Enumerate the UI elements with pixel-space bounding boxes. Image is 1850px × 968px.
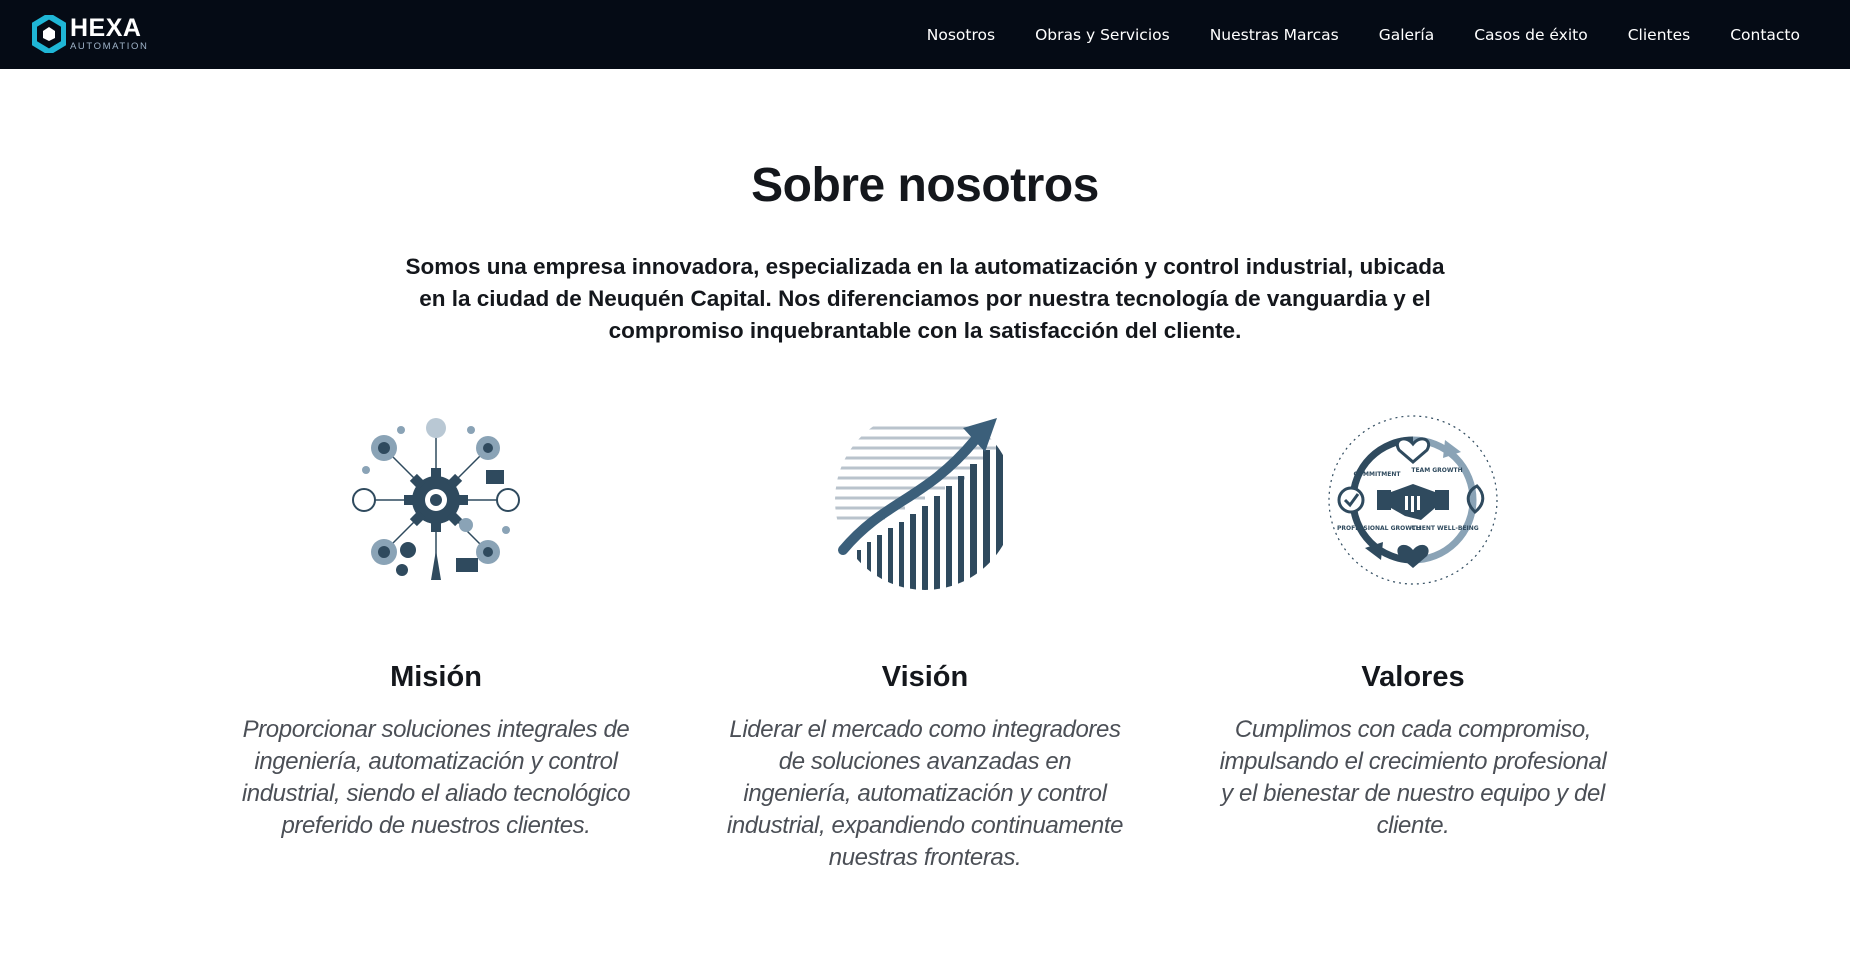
section-intro: Somos una empresa innovadora, especializ… (405, 254, 1445, 343)
mission-card: Misión Proporcionar soluciones integrale… (226, 400, 646, 842)
nav-item-contacto[interactable]: Contacto (1730, 26, 1800, 44)
values-text: Cumplimos con cada compromiso, impulsand… (1219, 716, 1607, 839)
values-card: COMMITMENT TEAM GROWTH PROFESSIONAL GROW… (1203, 400, 1623, 842)
hexagon-logo-icon (32, 15, 66, 53)
badge-label-team-growth: TEAM GROWTH (1411, 467, 1462, 474)
gears-industry-icon (348, 412, 524, 588)
values-heading: Valores (1361, 661, 1465, 693)
vision-text: Liderar el mercado como integradores de … (726, 716, 1124, 871)
badge-label-commitment: COMMITMENT (1354, 471, 1402, 478)
top-navbar: HEXA AUTOMATION Nosotros Obras y Servici… (0, 0, 1850, 69)
nav-item-clientes[interactable]: Clientes (1628, 26, 1690, 44)
growth-chart-icon (835, 418, 1015, 590)
badge-label-professional-growth: PROFESSIONAL GROWTH (1337, 525, 1421, 532)
nav-item-galeria[interactable]: Galería (1379, 26, 1435, 44)
nav-item-nuestras-marcas[interactable]: Nuestras Marcas (1210, 26, 1339, 44)
mission-text: Proporcionar soluciones integrales de in… (241, 716, 631, 839)
brand-logo[interactable]: HEXA AUTOMATION (32, 15, 148, 53)
mission-heading: Misión (390, 661, 482, 693)
logo-name: HEXA (70, 14, 142, 43)
values-handshake-icon: COMMITMENT TEAM GROWTH PROFESSIONAL GROW… (1328, 415, 1498, 585)
logo-subtitle: AUTOMATION (70, 41, 149, 53)
nav-item-obras-servicios[interactable]: Obras y Servicios (1035, 26, 1170, 44)
badge-label-client-wellbeing: CLIENT WELL-BEING (1411, 525, 1479, 532)
nav-item-nosotros[interactable]: Nosotros (927, 26, 995, 44)
nav-item-casos-exito[interactable]: Casos de éxito (1474, 26, 1588, 44)
vision-heading: Visión (881, 661, 969, 693)
section-title: Sobre nosotros (751, 159, 1099, 212)
main-menu: Nosotros Obras y Servicios Nuestras Marc… (887, 0, 1800, 69)
vision-card: Visión Liderar el mercado como integrado… (715, 400, 1135, 874)
